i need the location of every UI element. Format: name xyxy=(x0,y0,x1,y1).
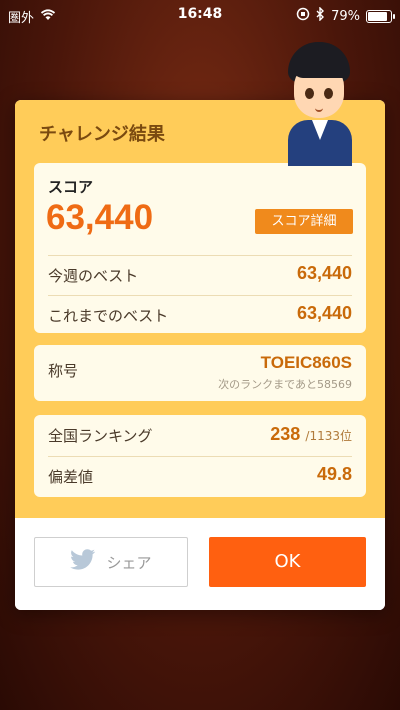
ranking-label: 全国ランキング xyxy=(48,427,153,445)
share-button[interactable]: シェア xyxy=(34,537,188,587)
bluetooth-icon xyxy=(316,6,325,25)
mascot-eye xyxy=(324,88,333,99)
deviation-value: 49.8 xyxy=(316,464,352,484)
all-time-best-label: これまでのベスト xyxy=(48,307,169,325)
weekly-best-value: 63,440 xyxy=(296,263,352,283)
status-bar: 圏外 16:48 79% xyxy=(0,0,400,30)
rotation-lock-icon xyxy=(296,7,310,25)
ranking-rank: 238 xyxy=(270,424,301,444)
all-time-best-row: これまでのベスト 63,440 xyxy=(48,295,352,335)
mascot-bangs xyxy=(292,56,348,78)
ranking-row: 全国ランキング 238 /1133位 xyxy=(48,415,352,455)
share-label: シェア xyxy=(106,553,152,572)
challenge-result-dialog: チャレンジ結果 スコア 63,440 スコア詳細 今週のベスト 63,440 こ… xyxy=(15,100,385,610)
title-card: 称号 TOEIC860S 次のランクまであと58569 xyxy=(34,345,366,401)
score-card: スコア 63,440 スコア詳細 今週のベスト 63,440 これまでのベスト … xyxy=(34,163,366,333)
ok-button[interactable]: OK xyxy=(209,537,366,587)
ranking-value: 238 /1133位 xyxy=(270,424,352,445)
battery-percent: 79% xyxy=(331,8,360,24)
ranking-total: /1133位 xyxy=(305,429,352,443)
all-time-best-value: 63,440 xyxy=(296,303,352,323)
score-detail-button[interactable]: スコア詳細 xyxy=(255,209,353,234)
dialog-title: チャレンジ結果 xyxy=(39,124,165,145)
title-value: TOEIC860S xyxy=(260,353,352,372)
weekly-best-row: 今週のベスト 63,440 xyxy=(48,255,352,295)
twitter-bird-icon xyxy=(70,549,96,575)
deviation-label: 偏差値 xyxy=(48,468,94,486)
dialog-footer: シェア OK xyxy=(15,518,385,610)
mascot-eye xyxy=(305,88,314,99)
deviation-row: 偏差値 49.8 xyxy=(48,456,352,496)
mascot-character-image xyxy=(278,42,362,166)
weekly-best-label: 今週のベスト xyxy=(48,267,139,285)
score-value: 63,440 xyxy=(46,198,154,237)
score-label: スコア xyxy=(48,178,94,196)
next-rank-text: 次のランクまであと58569 xyxy=(218,378,352,391)
title-label: 称号 xyxy=(48,362,79,380)
ranking-card: 全国ランキング 238 /1133位 偏差値 49.8 xyxy=(34,415,366,497)
battery-icon xyxy=(366,9,395,23)
